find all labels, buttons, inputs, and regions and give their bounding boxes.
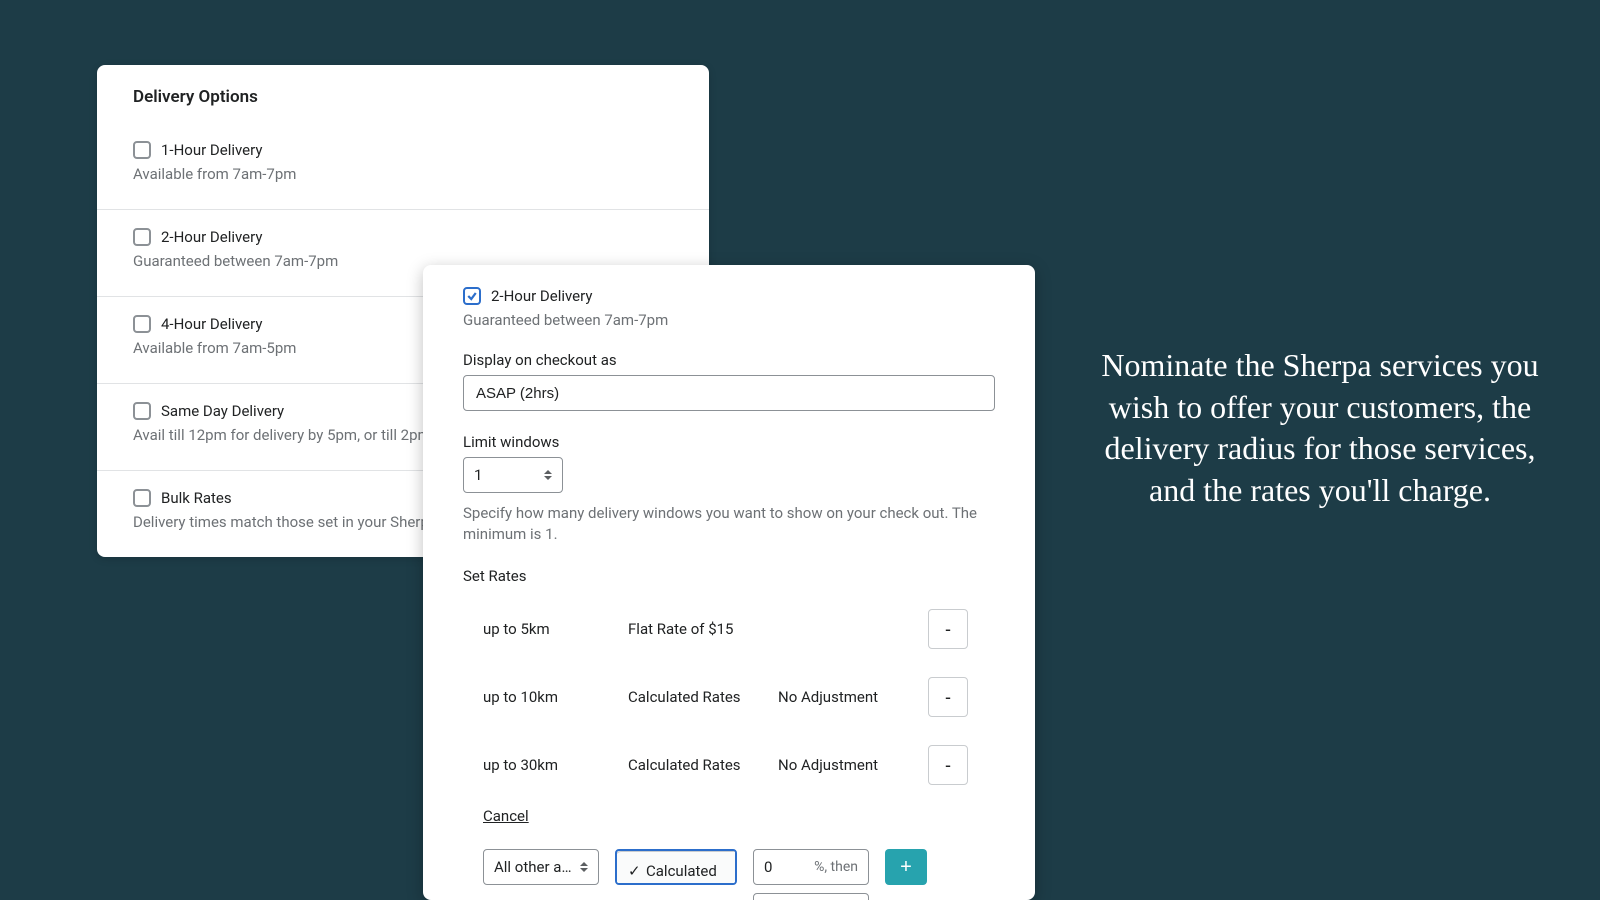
rates-label: Set Rates (463, 567, 995, 585)
distance-select[interactable]: All other a… (483, 849, 599, 885)
rate-adj: No Adjustment (778, 756, 918, 774)
distance-value: All other a… (494, 858, 571, 876)
option-label: 1-Hour Delivery (161, 141, 262, 159)
rate-adj: No Adjustment (778, 688, 918, 706)
display-input[interactable] (463, 375, 995, 411)
limit-label: Limit windows (463, 433, 995, 451)
option-label: 4-Hour Delivery (161, 315, 262, 333)
add-rate-button[interactable]: + (885, 849, 927, 885)
additional-input[interactable]: add $ 0 (753, 893, 869, 900)
rate-type: Calculated Rates (628, 756, 768, 774)
percent-suffix: %, then (814, 859, 858, 875)
percent-value: 0 (764, 858, 772, 876)
checkbox-4hour[interactable] (133, 315, 151, 333)
rate-type: Flat Rate of $15 (628, 620, 918, 638)
checkbox-bulk[interactable] (133, 489, 151, 507)
option-1hour: 1-Hour Delivery Available from 7am-7pm (97, 123, 709, 210)
rate-row: up to 30km Calculated Rates No Adjustmen… (463, 731, 995, 799)
rate-distance: up to 5km (483, 620, 618, 638)
rate-distance: up to 10km (483, 688, 618, 706)
chevron-icon (580, 862, 588, 872)
limit-select[interactable]: 1 (463, 457, 563, 493)
display-label: Display on checkout as (463, 351, 995, 369)
rate-type: Calculated Rates (628, 688, 768, 706)
card-title: Delivery Options (97, 65, 709, 123)
remove-rate-button[interactable]: - (928, 609, 968, 649)
adjustment-inputs: 0 %, then add $ 0 Free Shipping (753, 849, 869, 900)
add-rate-row: All other a… ✓ Calculated Flat Rate No R… (463, 849, 995, 900)
remove-rate-button[interactable]: - (928, 677, 968, 717)
dropdown-item-calculated[interactable]: ✓ Calculated (620, 856, 737, 885)
option-label: 2-Hour Delivery (491, 287, 592, 305)
checkbox-1hour[interactable] (133, 141, 151, 159)
rate-type-select[interactable]: ✓ Calculated Flat Rate No Rate (615, 849, 737, 885)
limit-value: 1 (474, 466, 482, 484)
rate-type-dropdown: ✓ Calculated Flat Rate No Rate (615, 851, 737, 885)
delivery-config-card: 2-Hour Delivery Guaranteed between 7am-7… (423, 265, 1035, 900)
limit-help: Specify how many delivery windows you wa… (463, 503, 995, 545)
option-label: 2-Hour Delivery (161, 228, 262, 246)
checkbox-sameday[interactable] (133, 402, 151, 420)
checkbox-2hour[interactable] (133, 228, 151, 246)
info-text: Nominate the Sherpa services you wish to… (1090, 345, 1550, 511)
option-label: Same Day Delivery (161, 402, 284, 420)
rate-row: up to 5km Flat Rate of $15 - (463, 595, 995, 663)
checkbox-2hour-config[interactable] (463, 287, 481, 305)
option-desc: Available from 7am-7pm (133, 165, 673, 183)
rate-distance: up to 30km (483, 756, 618, 774)
rate-row: up to 10km Calculated Rates No Adjustmen… (463, 663, 995, 731)
chevron-icon (544, 470, 552, 480)
rates-table: up to 5km Flat Rate of $15 - up to 10km … (463, 595, 995, 799)
remove-rate-button[interactable]: - (928, 745, 968, 785)
percent-input[interactable]: 0 %, then (753, 849, 869, 885)
option-desc: Guaranteed between 7am-7pm (463, 311, 995, 329)
cancel-link[interactable]: Cancel (463, 807, 529, 825)
check-icon: ✓ (628, 862, 642, 880)
option-label: Bulk Rates (161, 489, 232, 507)
